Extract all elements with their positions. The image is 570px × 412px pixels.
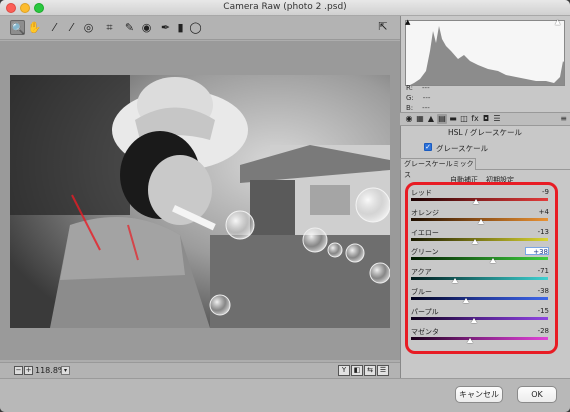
tool-bar: 🔍 ✋ ⁄ ⁄ ◎ ⌗ ✎ ◉ ✒ ▮ ◯ xyxy=(0,16,400,40)
highlight-clipping-icon[interactable]: ▲ xyxy=(555,18,560,26)
tab-grayscale-mix[interactable]: グレースケールミックス xyxy=(400,158,476,179)
zoom-dropdown[interactable]: ▾ xyxy=(61,366,70,375)
targeted-adjustment-tool-icon[interactable]: ◎ xyxy=(81,20,96,35)
tone-curve-tab-icon[interactable]: ▦ xyxy=(415,114,425,124)
window-title: Camera Raw (photo 2 .psd) xyxy=(223,2,347,12)
rgb-readout-b: B: --- xyxy=(406,104,430,112)
histogram xyxy=(405,20,565,86)
lens-tab-icon[interactable]: ◫ xyxy=(459,114,469,124)
hsl-tab-icon[interactable]: ▤ xyxy=(437,114,447,124)
white-balance-tool-icon[interactable]: ⁄ xyxy=(47,20,62,35)
zoom-out-button[interactable]: − xyxy=(14,366,23,375)
preview-area[interactable] xyxy=(0,41,400,360)
preview-status-bar: − + 118.8% ▾ Y ◧ ⇆ ☰ xyxy=(0,362,400,378)
zoom-tool-icon[interactable]: 🔍 xyxy=(10,20,25,35)
open-preferences-icon[interactable]: ⇱ xyxy=(376,20,390,34)
adjustment-brush-icon[interactable]: ✒ xyxy=(158,20,173,35)
grayscale-label: グレースケール xyxy=(436,144,489,153)
detail-tab-icon[interactable]: ▲ xyxy=(426,114,436,124)
rgb-readout-r: R: --- xyxy=(406,84,430,92)
title-bar: Camera Raw (photo 2 .psd) xyxy=(0,0,570,16)
preview-image[interactable] xyxy=(10,75,390,328)
red-eye-tool-icon[interactable]: ◉ xyxy=(139,20,154,35)
radial-filter-icon[interactable]: ◯ xyxy=(188,20,203,35)
cancel-button[interactable]: キャンセル xyxy=(455,386,503,403)
zoom-in-button[interactable]: + xyxy=(24,366,33,375)
spot-removal-tool-icon[interactable]: ✎ xyxy=(122,20,137,35)
ok-button[interactable]: OK xyxy=(517,386,557,403)
effects-tab-icon[interactable]: fx xyxy=(470,114,480,124)
hand-tool-icon[interactable]: ✋ xyxy=(27,20,42,35)
basic-tab-icon[interactable]: ◉ xyxy=(404,114,414,124)
panel-tabs: ≡ ◉ ▦ ▲ ▤ ▬ ◫ fx ◘ ☰ xyxy=(400,112,570,126)
before-after-view-button[interactable]: Y xyxy=(338,365,350,376)
camera-raw-window: Camera Raw (photo 2 .psd) 🔍 ✋ ⁄ ⁄ ◎ ⌗ ✎ ◉ ✒ ▮ ◯ ⇱ xyxy=(0,0,570,412)
view-settings-button[interactable]: ☰ xyxy=(377,365,389,376)
grayscale-checkbox[interactable]: ✓ xyxy=(424,143,432,151)
split-toning-tab-icon[interactable]: ▬ xyxy=(448,114,458,124)
panel-menu-icon[interactable]: ≡ xyxy=(560,114,567,123)
presets-tab-icon[interactable]: ☰ xyxy=(492,114,502,124)
annotation-highlight-box xyxy=(405,182,558,354)
split-view-button[interactable]: ◧ xyxy=(351,365,363,376)
graduated-filter-icon[interactable]: ▮ xyxy=(173,20,188,35)
crop-tool-icon[interactable]: ⌗ xyxy=(102,20,117,35)
color-sampler-tool-icon[interactable]: ⁄ xyxy=(64,20,79,35)
camera-calibration-tab-icon[interactable]: ◘ xyxy=(481,114,491,124)
swap-view-button[interactable]: ⇆ xyxy=(364,365,376,376)
hsl-section-title: HSL / グレースケール xyxy=(448,128,522,137)
rgb-readout-g: G: --- xyxy=(406,94,431,102)
tab-divider xyxy=(476,169,570,170)
shadow-clipping-icon[interactable]: ▲ xyxy=(405,18,410,26)
